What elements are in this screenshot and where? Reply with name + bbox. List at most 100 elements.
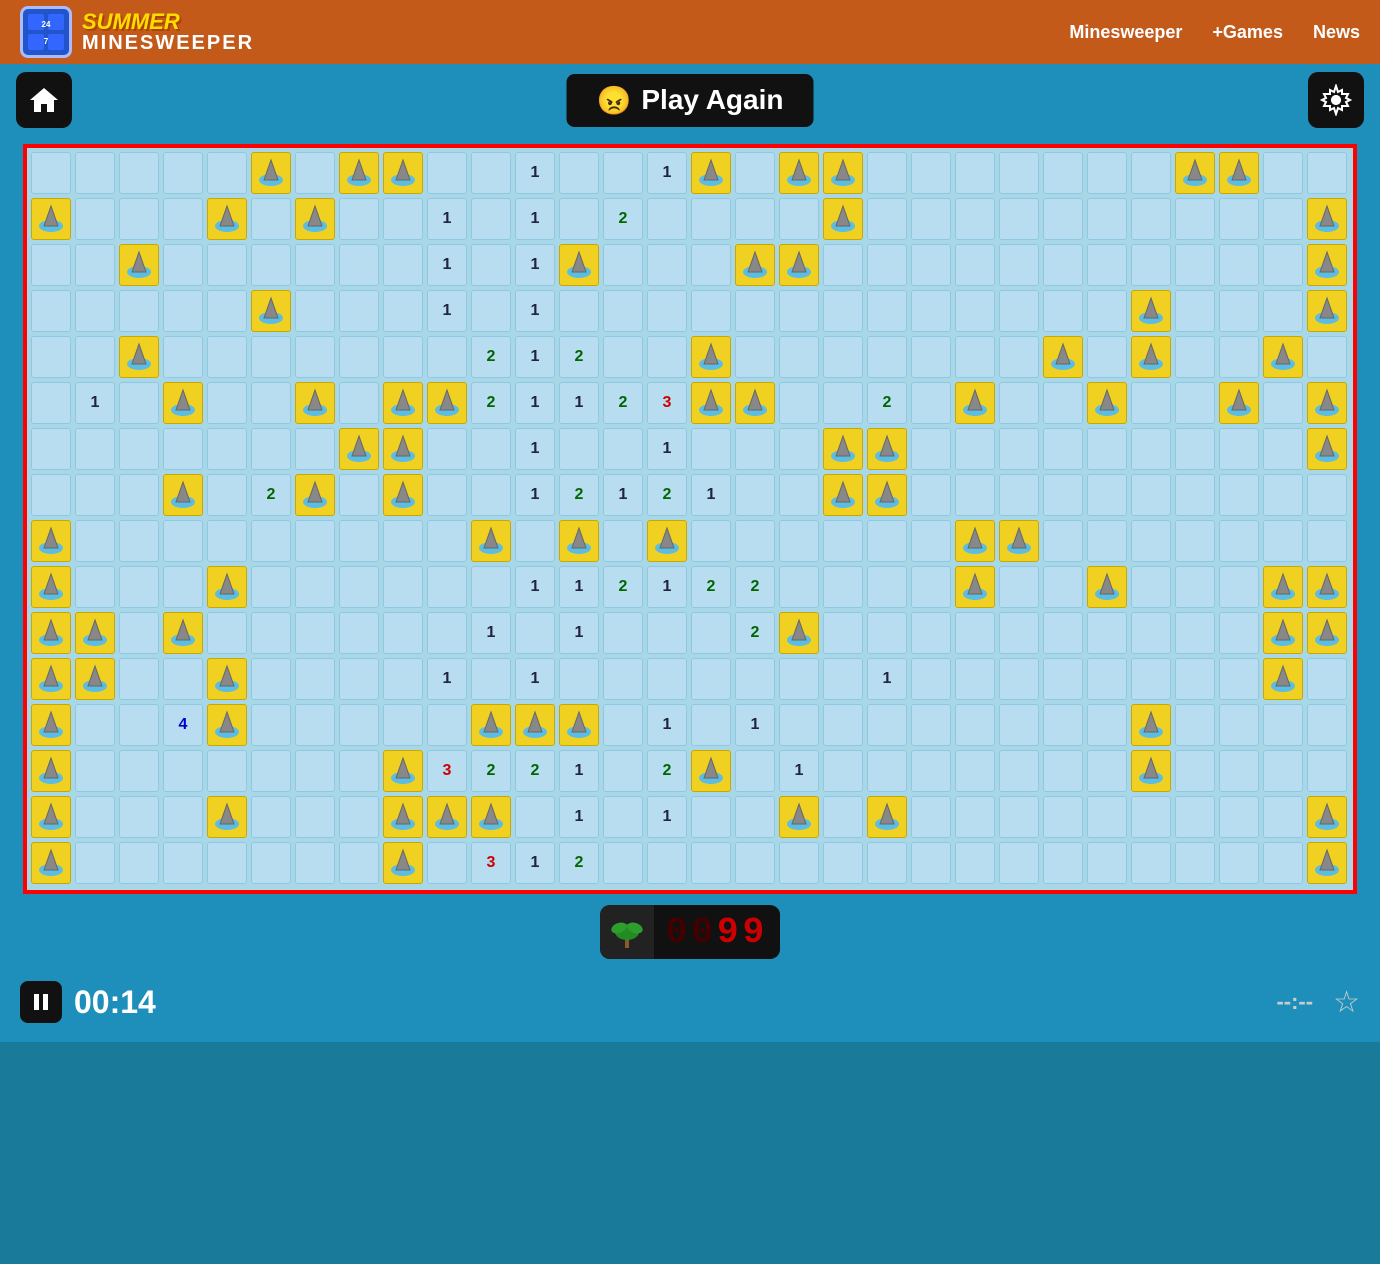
cell-12-7[interactable] xyxy=(339,704,379,746)
cell-8-10[interactable] xyxy=(471,520,511,562)
cell-12-22[interactable] xyxy=(999,704,1039,746)
cell-14-4[interactable] xyxy=(207,796,247,838)
cell-12-1[interactable] xyxy=(75,704,115,746)
cell-12-20[interactable] xyxy=(911,704,951,746)
cell-0-14[interactable]: 1 xyxy=(647,152,687,194)
cell-4-21[interactable] xyxy=(955,336,995,378)
cell-2-28[interactable] xyxy=(1263,244,1303,286)
cell-4-28[interactable] xyxy=(1263,336,1303,378)
cell-10-27[interactable] xyxy=(1219,612,1259,654)
cell-7-16[interactable] xyxy=(735,474,775,516)
cell-10-21[interactable] xyxy=(955,612,995,654)
cell-10-13[interactable] xyxy=(603,612,643,654)
cell-9-8[interactable] xyxy=(383,566,423,608)
cell-0-18[interactable] xyxy=(823,152,863,194)
cell-3-0[interactable] xyxy=(31,290,71,332)
nav-minesweeper[interactable]: Minesweeper xyxy=(1069,22,1182,43)
cell-4-8[interactable] xyxy=(383,336,423,378)
cell-12-10[interactable] xyxy=(471,704,511,746)
cell-6-21[interactable] xyxy=(955,428,995,470)
cell-13-12[interactable]: 1 xyxy=(559,750,599,792)
cell-12-24[interactable] xyxy=(1087,704,1127,746)
cell-9-10[interactable] xyxy=(471,566,511,608)
cell-3-4[interactable] xyxy=(207,290,247,332)
cell-11-22[interactable] xyxy=(999,658,1039,700)
cell-6-11[interactable]: 1 xyxy=(515,428,555,470)
cell-10-17[interactable] xyxy=(779,612,819,654)
cell-2-2[interactable] xyxy=(119,244,159,286)
cell-10-7[interactable] xyxy=(339,612,379,654)
cell-1-20[interactable] xyxy=(911,198,951,240)
cell-1-24[interactable] xyxy=(1087,198,1127,240)
cell-13-20[interactable] xyxy=(911,750,951,792)
settings-button[interactable] xyxy=(1308,72,1364,128)
cell-5-1[interactable]: 1 xyxy=(75,382,115,424)
cell-14-6[interactable] xyxy=(295,796,335,838)
cell-8-25[interactable] xyxy=(1131,520,1171,562)
cell-3-10[interactable] xyxy=(471,290,511,332)
cell-12-26[interactable] xyxy=(1175,704,1215,746)
cell-11-18[interactable] xyxy=(823,658,863,700)
cell-5-13[interactable]: 2 xyxy=(603,382,643,424)
cell-4-20[interactable] xyxy=(911,336,951,378)
cell-6-7[interactable] xyxy=(339,428,379,470)
cell-2-29[interactable] xyxy=(1307,244,1347,286)
cell-8-8[interactable] xyxy=(383,520,423,562)
cell-7-26[interactable] xyxy=(1175,474,1215,516)
cell-1-6[interactable] xyxy=(295,198,335,240)
cell-1-27[interactable] xyxy=(1219,198,1259,240)
cell-0-8[interactable] xyxy=(383,152,423,194)
cell-5-24[interactable] xyxy=(1087,382,1127,424)
cell-8-24[interactable] xyxy=(1087,520,1127,562)
cell-7-23[interactable] xyxy=(1043,474,1083,516)
cell-5-20[interactable] xyxy=(911,382,951,424)
cell-7-14[interactable]: 2 xyxy=(647,474,687,516)
cell-10-3[interactable] xyxy=(163,612,203,654)
cell-1-1[interactable] xyxy=(75,198,115,240)
cell-15-24[interactable] xyxy=(1087,842,1127,884)
cell-4-19[interactable] xyxy=(867,336,907,378)
cell-10-23[interactable] xyxy=(1043,612,1083,654)
cell-11-20[interactable] xyxy=(911,658,951,700)
cell-8-5[interactable] xyxy=(251,520,291,562)
cell-9-26[interactable] xyxy=(1175,566,1215,608)
cell-1-3[interactable] xyxy=(163,198,203,240)
cell-11-11[interactable]: 1 xyxy=(515,658,555,700)
cell-0-7[interactable] xyxy=(339,152,379,194)
cell-14-26[interactable] xyxy=(1175,796,1215,838)
cell-3-20[interactable] xyxy=(911,290,951,332)
cell-12-21[interactable] xyxy=(955,704,995,746)
cell-5-28[interactable] xyxy=(1263,382,1303,424)
cell-3-6[interactable] xyxy=(295,290,335,332)
cell-4-26[interactable] xyxy=(1175,336,1215,378)
cell-5-27[interactable] xyxy=(1219,382,1259,424)
cell-1-15[interactable] xyxy=(691,198,731,240)
cell-11-8[interactable] xyxy=(383,658,423,700)
cell-14-16[interactable] xyxy=(735,796,775,838)
cell-3-29[interactable] xyxy=(1307,290,1347,332)
cell-6-0[interactable] xyxy=(31,428,71,470)
cell-3-22[interactable] xyxy=(999,290,1039,332)
cell-12-11[interactable] xyxy=(515,704,555,746)
cell-1-25[interactable] xyxy=(1131,198,1171,240)
cell-13-9[interactable]: 3 xyxy=(427,750,467,792)
cell-3-17[interactable] xyxy=(779,290,819,332)
cell-4-14[interactable] xyxy=(647,336,687,378)
cell-8-22[interactable] xyxy=(999,520,1039,562)
cell-1-8[interactable] xyxy=(383,198,423,240)
cell-0-1[interactable] xyxy=(75,152,115,194)
cell-8-1[interactable] xyxy=(75,520,115,562)
cell-5-10[interactable]: 2 xyxy=(471,382,511,424)
cell-13-26[interactable] xyxy=(1175,750,1215,792)
cell-7-13[interactable]: 1 xyxy=(603,474,643,516)
cell-15-10[interactable]: 3 xyxy=(471,842,511,884)
cell-15-16[interactable] xyxy=(735,842,775,884)
cell-14-10[interactable] xyxy=(471,796,511,838)
cell-4-29[interactable] xyxy=(1307,336,1347,378)
cell-9-28[interactable] xyxy=(1263,566,1303,608)
cell-0-25[interactable] xyxy=(1131,152,1171,194)
cell-2-24[interactable] xyxy=(1087,244,1127,286)
cell-11-16[interactable] xyxy=(735,658,775,700)
cell-11-9[interactable]: 1 xyxy=(427,658,467,700)
cell-11-28[interactable] xyxy=(1263,658,1303,700)
